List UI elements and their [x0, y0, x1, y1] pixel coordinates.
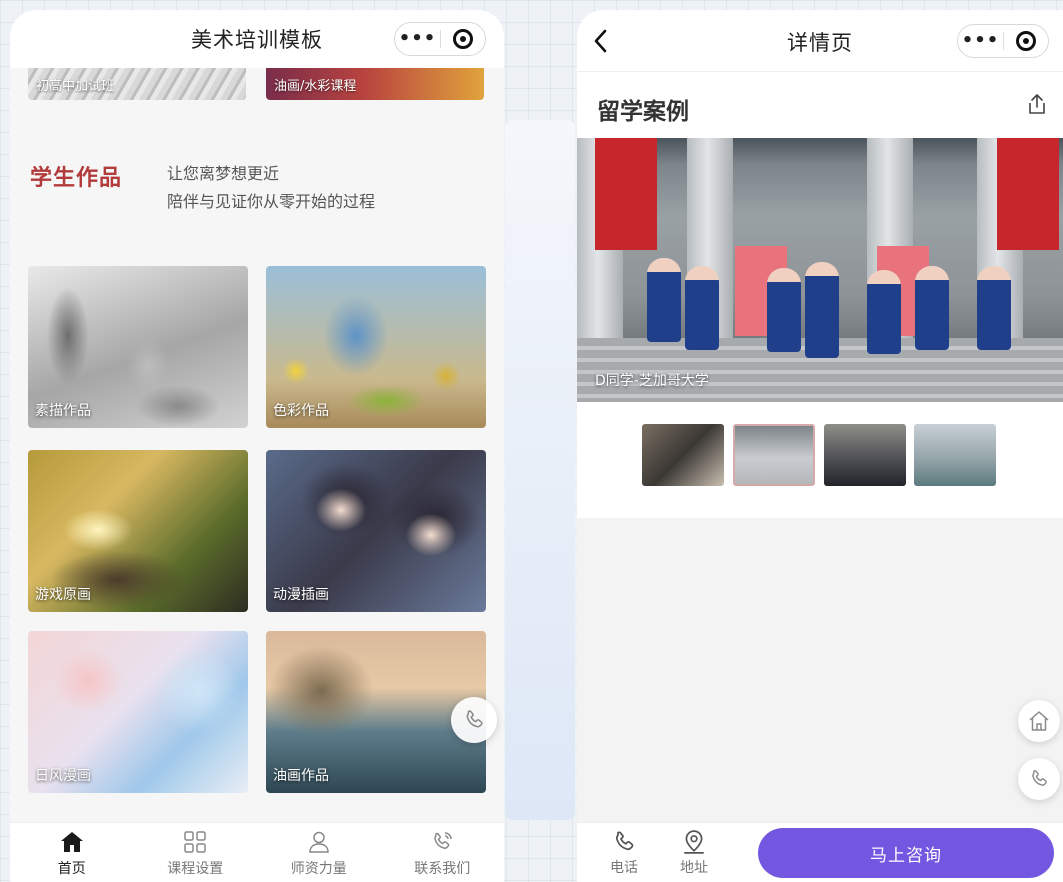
- section-desc-line: 让您离梦想更近: [167, 164, 280, 183]
- grid-icon: [184, 831, 206, 853]
- phone-icon: [1032, 770, 1047, 786]
- phone-icon: [466, 710, 483, 728]
- detail-header: 留学案例: [577, 72, 1063, 138]
- course-card-label: 初高中加试班: [36, 79, 115, 94]
- work-card-label: 素描作品: [35, 403, 91, 419]
- work-card-label: 油画作品: [273, 768, 329, 784]
- thumbnail[interactable]: [642, 424, 724, 486]
- home-icon: [1029, 711, 1049, 731]
- hero-graduate: [867, 270, 901, 354]
- call-label: 电话: [610, 860, 638, 876]
- share-icon: [1029, 94, 1045, 114]
- navigation-bar: 美术培训模板 •••: [10, 10, 504, 68]
- hero-graduate: [915, 266, 949, 350]
- work-card-sketch[interactable]: 素描作品: [28, 266, 248, 428]
- user-icon: [308, 831, 329, 853]
- work-card-anime[interactable]: 动漫插画: [266, 450, 486, 612]
- consult-button[interactable]: 马上咨询: [758, 828, 1054, 878]
- section-title: 学生作品: [30, 166, 123, 191]
- section-desc-line: 陪伴与见证你从零开始的过程: [167, 192, 376, 211]
- floating-call-button[interactable]: [451, 697, 497, 743]
- thumbnail-strip: [577, 402, 1063, 518]
- work-card-color[interactable]: 色彩作品: [266, 266, 486, 428]
- work-card-manga[interactable]: 日风漫画: [28, 631, 248, 793]
- tab-courses[interactable]: 课程设置: [134, 823, 258, 882]
- menu-capsule: •••: [957, 24, 1049, 58]
- work-card-label: 日风漫画: [35, 768, 91, 784]
- thumbnail[interactable]: [914, 424, 996, 486]
- phone-detail-screen: 详情页 ••• 留学案例 D同学-芝加哥大学: [577, 10, 1063, 882]
- tab-label: 师资力量: [290, 861, 347, 877]
- call-button[interactable]: 电话: [599, 829, 649, 877]
- hero-graduate: [767, 268, 801, 352]
- course-card-label: 油画/水彩课程: [274, 79, 357, 94]
- work-card-label: 游戏原画: [35, 587, 91, 603]
- close-miniprogram-icon[interactable]: [1004, 31, 1048, 51]
- course-card-oil-watercolor[interactable]: 油画/水彩课程: [266, 68, 484, 100]
- floating-call-button[interactable]: [1018, 758, 1060, 800]
- share-button[interactable]: [1025, 92, 1051, 118]
- home-icon: [60, 832, 83, 852]
- thumbnail-selected[interactable]: [733, 424, 815, 486]
- detail-bottom-bar: 电话 地址 马上咨询: [577, 822, 1063, 882]
- detail-heading: 留学案例: [597, 99, 689, 125]
- tab-teachers[interactable]: 师资力量: [257, 823, 381, 882]
- thumbnail[interactable]: [824, 424, 906, 486]
- hero-graduate: [685, 266, 719, 350]
- more-icon[interactable]: •••: [958, 25, 1003, 57]
- tab-bar: 首页 课程设置 师资力量 联系我们: [10, 822, 504, 882]
- close-miniprogram-icon[interactable]: [441, 29, 485, 49]
- hero-image[interactable]: D同学-芝加哥大学: [577, 138, 1063, 402]
- menu-capsule: •••: [394, 22, 486, 56]
- phone-home-screen: 美术培训模板 ••• 初高中加试班 油画/水彩课程 学生作品 让您离梦想更近 陪…: [10, 10, 504, 882]
- work-card-label: 动漫插画: [273, 587, 329, 603]
- course-card-entrance-exam[interactable]: 初高中加试班: [28, 68, 246, 100]
- section-description: 让您离梦想更近 陪伴与见证你从零开始的过程: [167, 160, 375, 216]
- navigation-bar: 详情页 •••: [577, 10, 1063, 72]
- address-label: 地址: [680, 860, 708, 876]
- hero-caption: D同学-芝加哥大学: [595, 373, 709, 389]
- tab-label: 首页: [57, 861, 86, 877]
- hero-graduate: [647, 258, 681, 342]
- tab-label: 课程设置: [167, 861, 224, 877]
- tab-contact[interactable]: 联系我们: [381, 823, 505, 882]
- tab-home[interactable]: 首页: [10, 823, 134, 882]
- phone-icon: [615, 831, 634, 851]
- work-card-label: 色彩作品: [273, 403, 329, 419]
- phone-icon: [434, 832, 452, 849]
- more-icon[interactable]: •••: [395, 23, 440, 55]
- hero-graduate: [977, 266, 1011, 350]
- tab-label: 联系我们: [414, 861, 471, 877]
- hero-graduate: [805, 262, 839, 358]
- location-pin-icon: [684, 830, 704, 854]
- work-card-game-art[interactable]: 游戏原画: [28, 450, 248, 612]
- hero-banner: [595, 138, 657, 250]
- background-decoration: [505, 120, 575, 820]
- hero-banner: [997, 138, 1059, 250]
- floating-home-button[interactable]: [1018, 700, 1060, 742]
- address-button[interactable]: 地址: [669, 829, 719, 877]
